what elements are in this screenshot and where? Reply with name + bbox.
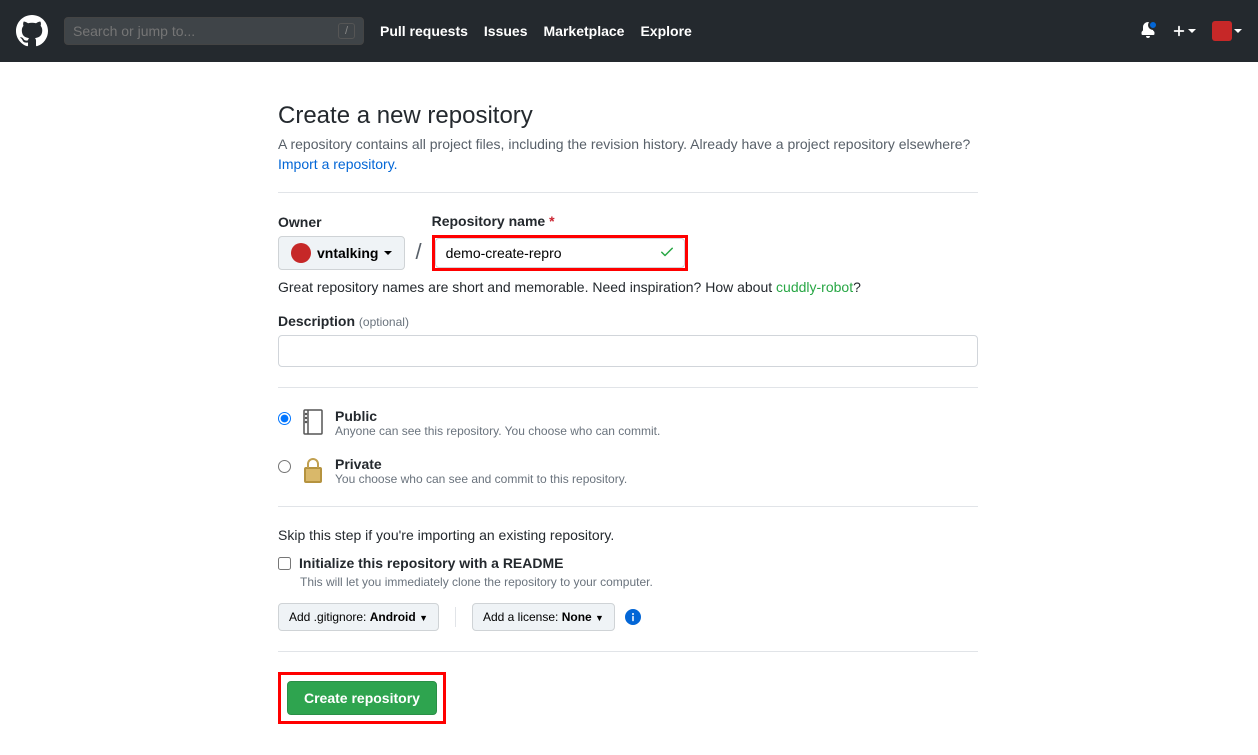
nav-explore[interactable]: Explore [640, 23, 691, 39]
page-subhead: A repository contains all project files,… [278, 136, 978, 152]
divider [278, 506, 978, 507]
search-input[interactable] [73, 23, 338, 39]
readme-checkbox[interactable] [278, 557, 291, 570]
private-radio[interactable] [278, 460, 291, 473]
public-title: Public [335, 408, 660, 424]
nav-pull-requests[interactable]: Pull requests [380, 23, 468, 39]
plus-menu[interactable] [1172, 24, 1196, 38]
slash-key-icon: / [338, 23, 355, 39]
notifications-icon[interactable] [1140, 22, 1156, 41]
divider [278, 651, 978, 652]
divider [278, 387, 978, 388]
import-repo-link[interactable]: Import a repository. [278, 156, 398, 172]
info-icon[interactable] [625, 609, 641, 625]
slash-separator: / [415, 239, 421, 265]
public-sub: Anyone can see this repository. You choo… [335, 424, 660, 438]
header-right [1140, 21, 1242, 41]
nav-issues[interactable]: Issues [484, 23, 528, 39]
readme-title: Initialize this repository with a README [299, 555, 563, 571]
repo-name-label: Repository name * [432, 213, 688, 229]
github-logo-icon[interactable] [16, 15, 48, 47]
notification-dot [1148, 20, 1158, 30]
caret-down-icon [1234, 29, 1242, 33]
repo-icon [301, 408, 325, 436]
lock-icon [301, 456, 325, 484]
private-sub: You choose who can see and commit to thi… [335, 472, 627, 486]
create-repository-button[interactable]: Create repository [287, 681, 437, 715]
divider [278, 192, 978, 193]
readme-checkbox-row[interactable]: Initialize this repository with a README [278, 555, 978, 571]
name-suggestion[interactable]: cuddly-robot [776, 279, 853, 295]
check-icon [659, 244, 675, 263]
search-box[interactable]: / [64, 17, 364, 45]
caret-down-icon [1188, 29, 1196, 33]
owner-avatar [291, 243, 311, 263]
repo-name-highlight [432, 235, 688, 271]
page-title: Create a new repository [278, 102, 978, 130]
owner-select[interactable]: vntalking [278, 236, 405, 270]
user-menu[interactable] [1212, 21, 1242, 41]
main-content: Create a new repository A repository con… [278, 102, 978, 724]
submit-highlight: Create repository [278, 672, 446, 724]
license-select[interactable]: Add a license: None ▼ [472, 603, 615, 631]
visibility-public[interactable]: Public Anyone can see this repository. Y… [278, 408, 978, 438]
readme-sub: This will let you immediately clone the … [300, 575, 978, 589]
owner-name: vntalking [317, 245, 378, 261]
caret-down-icon [384, 251, 392, 255]
repo-name-hint: Great repository names are short and mem… [278, 279, 978, 295]
repo-name-input[interactable] [435, 238, 685, 268]
description-input[interactable] [278, 335, 978, 367]
skip-text: Skip this step if you're importing an ex… [278, 527, 978, 543]
public-radio[interactable] [278, 412, 291, 425]
nav-links: Pull requests Issues Marketplace Explore [380, 23, 692, 39]
gitignore-select[interactable]: Add .gitignore: Android ▼ [278, 603, 439, 631]
global-header: / Pull requests Issues Marketplace Explo… [0, 0, 1258, 62]
owner-repo-row: Owner vntalking / Repository name * [278, 213, 978, 271]
avatar [1212, 21, 1232, 41]
owner-label: Owner [278, 214, 405, 230]
visibility-private[interactable]: Private You choose who can see and commi… [278, 456, 978, 486]
divider [455, 607, 456, 627]
private-title: Private [335, 456, 627, 472]
nav-marketplace[interactable]: Marketplace [544, 23, 625, 39]
description-label: Description (optional) [278, 313, 409, 329]
options-row: Add .gitignore: Android ▼ Add a license:… [278, 603, 978, 631]
